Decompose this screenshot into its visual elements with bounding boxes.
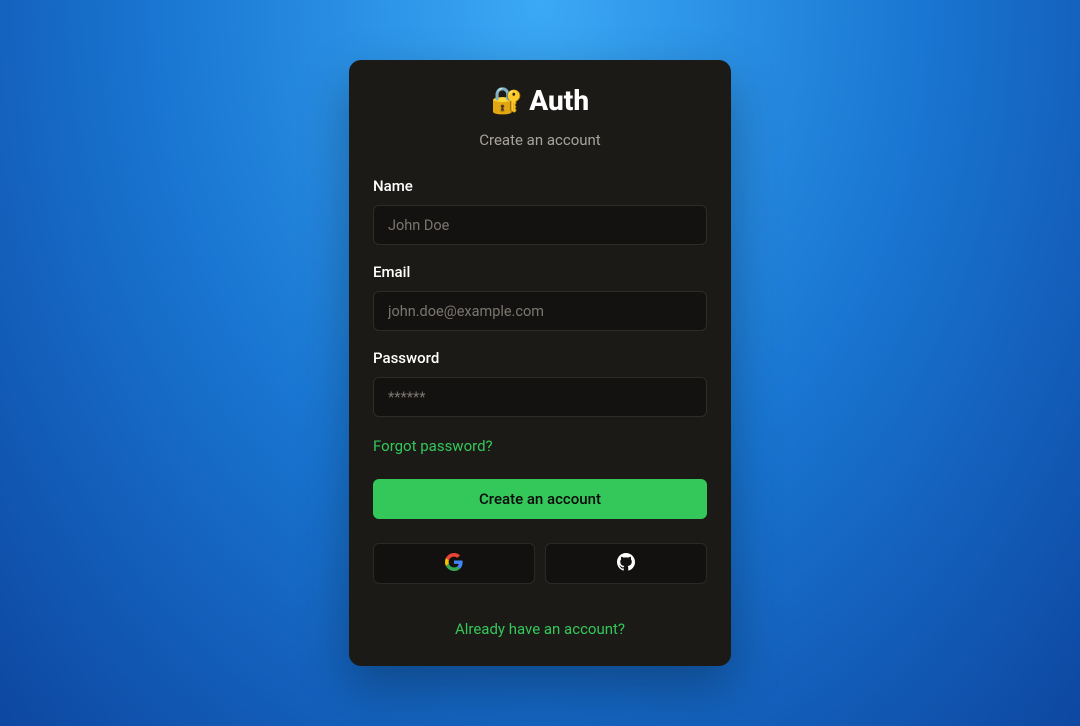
card-header: 🔐 Auth Create an account	[373, 84, 707, 149]
card-subtitle: Create an account	[373, 131, 707, 149]
lock-icon: 🔐	[491, 88, 523, 114]
name-field-group: Name	[373, 177, 707, 245]
github-signin-button[interactable]	[545, 543, 707, 584]
email-label: Email	[373, 263, 707, 281]
google-signin-button[interactable]	[373, 543, 535, 584]
google-icon	[445, 553, 463, 575]
password-field-group: Password	[373, 349, 707, 417]
github-icon	[617, 553, 635, 575]
app-title: 🔐 Auth	[491, 84, 589, 117]
email-field-group: Email	[373, 263, 707, 331]
password-input[interactable]	[373, 377, 707, 417]
forgot-password-link[interactable]: Forgot password?	[373, 437, 493, 455]
signup-card: 🔐 Auth Create an account Name Email Pass…	[349, 60, 731, 666]
email-input[interactable]	[373, 291, 707, 331]
app-title-text: Auth	[529, 84, 589, 117]
oauth-row	[373, 543, 707, 584]
create-account-button[interactable]: Create an account	[373, 479, 707, 519]
already-have-account-link[interactable]: Already have an account?	[373, 620, 707, 638]
name-input[interactable]	[373, 205, 707, 245]
password-label: Password	[373, 349, 707, 367]
name-label: Name	[373, 177, 707, 195]
